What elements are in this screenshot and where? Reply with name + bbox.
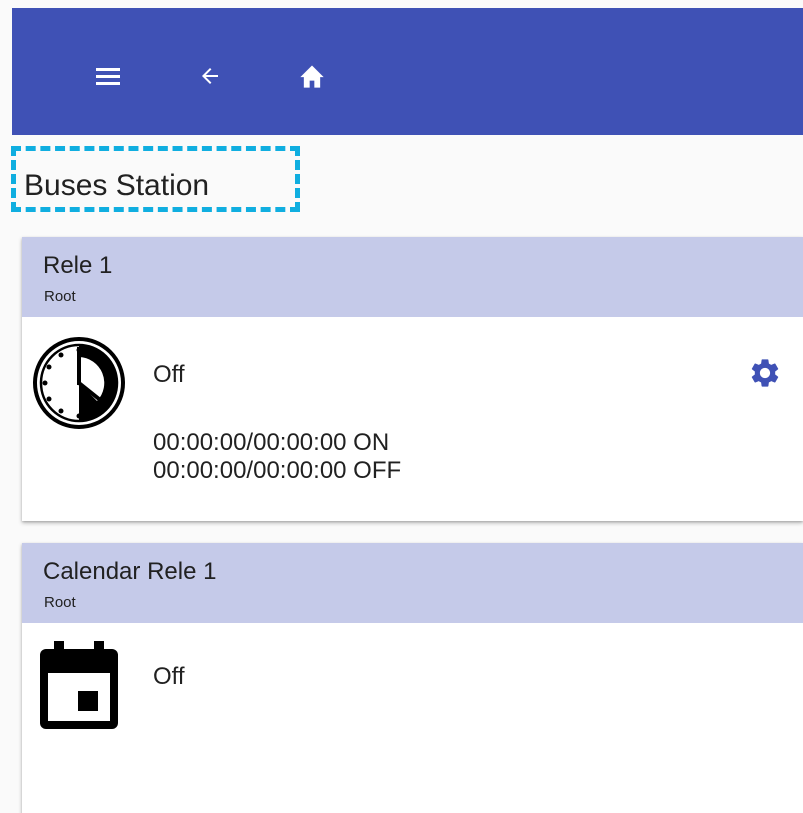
card-header: Rele 1 Root	[22, 237, 803, 317]
device-state: Off	[153, 361, 185, 388]
page-title: Buses Station	[24, 169, 210, 202]
device-card-rele-1[interactable]: Rele 1 Root Off 00:00:00/00:00:00 ON 00:…	[22, 237, 803, 521]
card-header: Calendar Rele 1 Root	[22, 543, 803, 623]
menu-icon	[96, 68, 120, 85]
app-page: Buses Station Rele 1 Root Off 00:00:00/0…	[0, 0, 803, 813]
device-card-calendar-rele-1[interactable]: Calendar Rele 1 Root Off	[22, 543, 803, 813]
top-app-bar	[12, 8, 803, 135]
arrow-back-icon	[202, 68, 218, 84]
card-title: Rele 1	[43, 252, 113, 279]
menu-button[interactable]	[84, 56, 132, 96]
device-state: Off	[153, 663, 185, 690]
home-icon	[300, 65, 324, 88]
gear-icon	[751, 359, 779, 387]
settings-button[interactable]	[743, 351, 787, 395]
home-button[interactable]	[288, 56, 336, 96]
schedule-on: 00:00:00/00:00:00 ON	[153, 429, 390, 456]
clock-icon	[33, 337, 125, 429]
back-button[interactable]	[186, 56, 234, 96]
schedule-off: 00:00:00/00:00:00 OFF	[153, 457, 402, 484]
card-subtitle: Root	[44, 288, 76, 305]
calendar-icon	[40, 641, 118, 729]
card-subtitle: Root	[44, 594, 76, 611]
card-title: Calendar Rele 1	[43, 558, 217, 585]
